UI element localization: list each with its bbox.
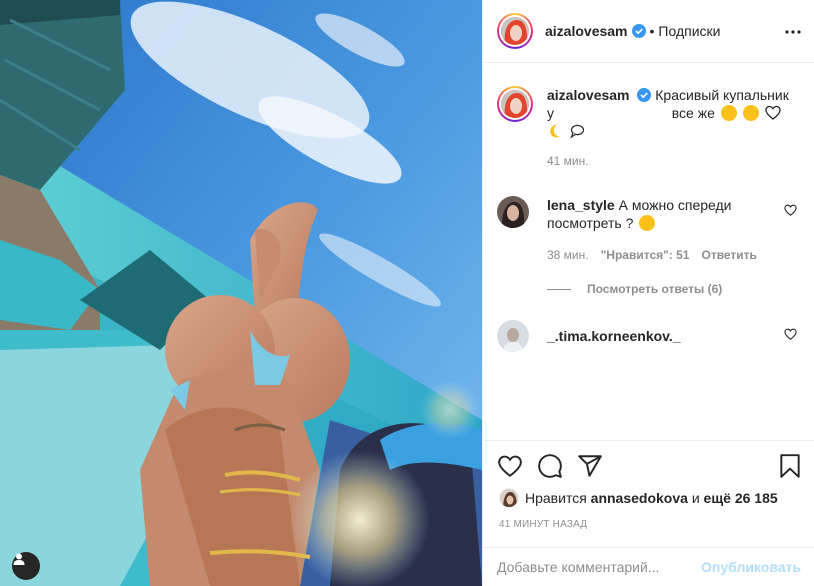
post-timestamp[interactable]: 41 МИНУТ НАЗАД: [499, 519, 587, 530]
tagged-users-button[interactable]: [12, 552, 40, 580]
comment-item: lena_style А можно спереди посмотреть ? …: [497, 196, 801, 262]
comments-list[interactable]: aizalovesam Красивый купальник у все же: [483, 64, 814, 440]
comment-time[interactable]: 38 мин.: [547, 248, 589, 262]
separator-dot: •: [649, 23, 655, 39]
commenter-avatar[interactable]: [497, 196, 529, 228]
instagram-post: aizalovesam • Подписки aizalovesam Краси…: [0, 0, 814, 586]
speech-bubble-emoji-icon: [570, 124, 584, 139]
like-heart-icon[interactable]: [497, 453, 523, 479]
caption-avatar[interactable]: [497, 86, 533, 122]
comment-input[interactable]: [497, 559, 702, 575]
more-options-button[interactable]: [783, 22, 803, 42]
save-bookmark-icon[interactable]: [777, 453, 803, 479]
caption-timestamp[interactable]: 41 мин.: [547, 154, 797, 168]
liker-avatar[interactable]: [499, 488, 519, 508]
user-icon: [13, 553, 25, 565]
following-button[interactable]: Подписки: [658, 23, 720, 39]
post-side-panel: aizalovesam • Подписки aizalovesam Краси…: [482, 0, 814, 586]
publish-button[interactable]: Опубликовать: [701, 559, 801, 575]
smirking-face-emoji-icon: [742, 105, 759, 121]
comment-username[interactable]: lena_style: [547, 197, 615, 213]
author-username[interactable]: aizalovesam: [545, 23, 628, 39]
post-actions: Нравится annasedokova и ещё 26 185 41 МИ…: [483, 440, 814, 547]
author-avatar[interactable]: [497, 13, 533, 49]
caption-text: aizalovesam Красивый купальник у все же: [547, 86, 797, 140]
view-replies-button[interactable]: Посмотреть ответы (6): [547, 282, 722, 296]
crescent-moon-emoji-icon: [550, 124, 560, 138]
beach-photo-image: [0, 0, 482, 586]
add-comment-bar: Опубликовать: [483, 547, 814, 586]
comment-item: _.tima.korneenkov._: [497, 320, 801, 352]
white-heart-emoji-icon: [764, 105, 781, 120]
tears-of-joy-emoji-icon: [639, 215, 656, 231]
likes-summary: Нравится annasedokova и ещё 26 185: [499, 488, 778, 508]
post-caption: aizalovesam Красивый купальник у все же: [497, 86, 797, 168]
caption-line-2-start: у: [547, 105, 554, 121]
view-replies-label: Посмотреть ответы (6): [587, 282, 723, 296]
comment-meta: 38 мин. "Нравится": 51 Ответить: [547, 248, 801, 262]
commenter-avatar[interactable]: [497, 320, 529, 352]
caption-line-2-end: все же: [671, 105, 715, 121]
post-photo[interactable]: [0, 0, 482, 586]
verified-badge-icon: [637, 88, 652, 102]
replies-divider-line: [547, 288, 571, 290]
heart-outline-icon[interactable]: [784, 328, 797, 340]
comment-text: _.tima.korneenkov._: [547, 320, 752, 345]
caption-line-1: Красивый купальник: [655, 87, 789, 103]
reply-button[interactable]: Ответить: [701, 248, 756, 262]
liked-by-and: и: [691, 490, 700, 506]
liked-by-prefix: Нравится: [525, 490, 587, 506]
liked-by-user[interactable]: annasedokova: [591, 490, 688, 506]
comment-bubble-icon[interactable]: [537, 453, 563, 479]
share-paper-plane-icon[interactable]: [577, 453, 603, 479]
more-horizontal-icon: [785, 30, 801, 34]
comment-likes[interactable]: "Нравится": 51: [601, 248, 690, 262]
post-header: aizalovesam • Подписки: [483, 0, 814, 63]
verified-badge-icon: [631, 24, 646, 38]
liked-by-others[interactable]: ещё 26 185: [704, 490, 778, 506]
comment-username[interactable]: _.tima.korneenkov._: [547, 328, 681, 344]
smiling-face-emoji-icon: [720, 105, 737, 121]
heart-outline-icon[interactable]: [784, 204, 797, 216]
caption-username[interactable]: aizalovesam: [547, 87, 630, 103]
comment-text: lena_style А можно спереди посмотреть ?: [547, 196, 752, 232]
